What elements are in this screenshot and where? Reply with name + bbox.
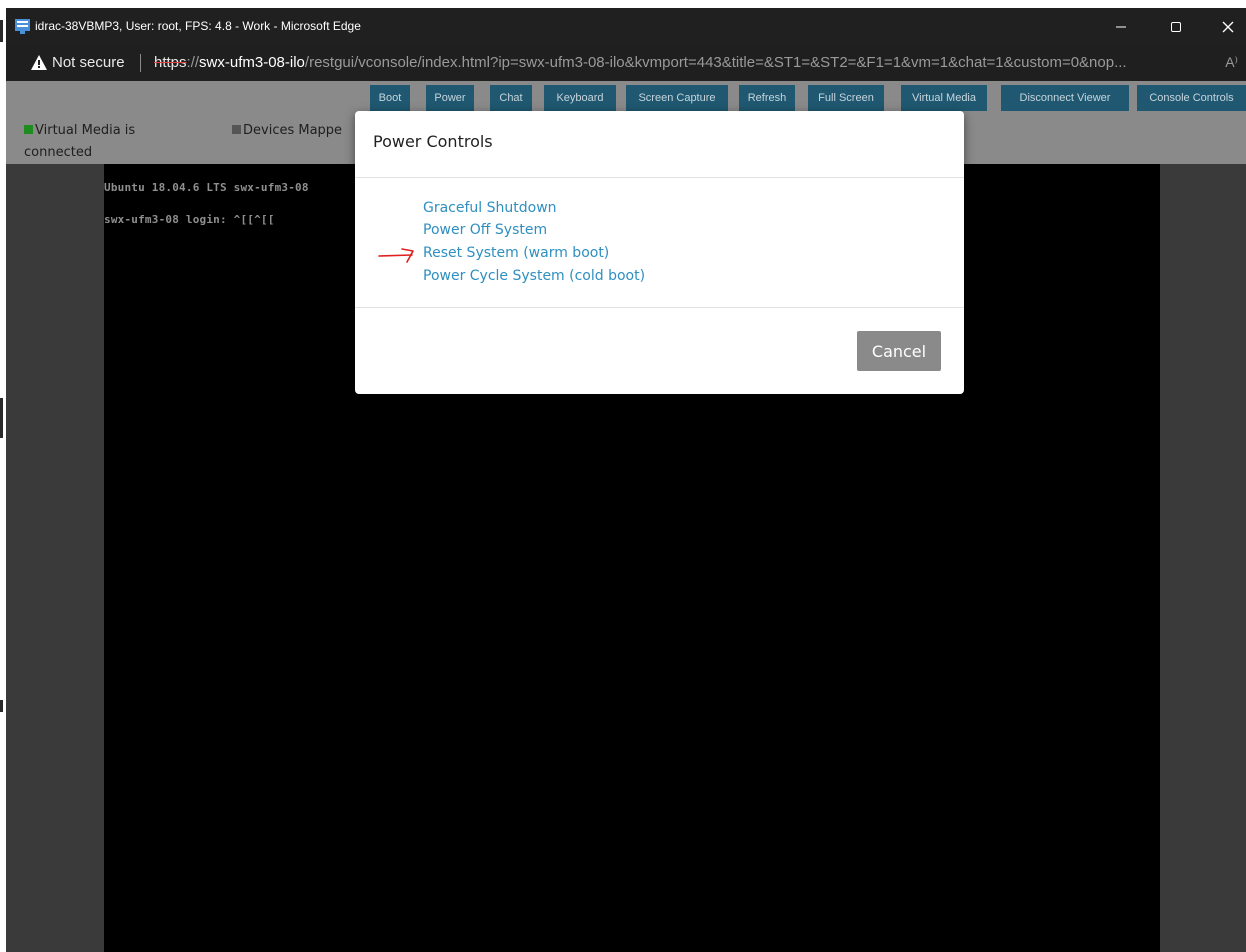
url-host: swx-ufm3-08-ilo — [199, 54, 305, 71]
edge-artifact — [0, 398, 3, 438]
power-cycle-system-link[interactable]: Power Cycle System (cold boot) — [423, 266, 645, 286]
url-scheme-separator: :// — [186, 54, 200, 71]
not-secure-label[interactable]: Not secure — [52, 54, 125, 72]
url-field[interactable]: https://swx-ufm3-08-ilo/restgui/vconsole… — [154, 54, 1204, 72]
cancel-button[interactable]: Cancel — [857, 331, 941, 371]
edge-artifact — [0, 20, 3, 42]
close-icon[interactable] — [1205, 8, 1246, 45]
window-title: idrac-38VBMP3, User: root, FPS: 4.8 - Wo… — [35, 19, 361, 33]
minimize-icon[interactable] — [1098, 8, 1144, 45]
url-path: /restgui/vconsole/index.html?ip=swx-ufm3… — [304, 54, 1127, 71]
url-scheme: https — [154, 54, 187, 71]
reset-system-link[interactable]: Reset System (warm boot) — [423, 243, 609, 263]
window-titlebar: idrac-38VBMP3, User: root, FPS: 4.8 - Wo… — [6, 8, 1246, 45]
address-bar[interactable]: Not secure https://swx-ufm3-08-ilo/restg… — [6, 45, 1246, 81]
read-aloud-icon[interactable]: A⁾ — [1225, 54, 1238, 71]
annotation-arrow-icon — [378, 248, 414, 263]
power-off-system-link[interactable]: Power Off System — [423, 220, 547, 240]
dialog-divider — [355, 177, 964, 178]
dialog-title: Power Controls — [373, 132, 493, 151]
graceful-shutdown-link[interactable]: Graceful Shutdown — [423, 198, 557, 218]
app-icon — [15, 19, 30, 34]
address-separator — [140, 54, 141, 72]
maximize-icon[interactable] — [1153, 8, 1199, 45]
power-controls-dialog: Power Controls Graceful Shutdown Power O… — [355, 111, 964, 394]
warning-icon[interactable] — [30, 54, 48, 71]
edge-artifact — [0, 700, 3, 712]
dialog-divider — [355, 307, 964, 308]
